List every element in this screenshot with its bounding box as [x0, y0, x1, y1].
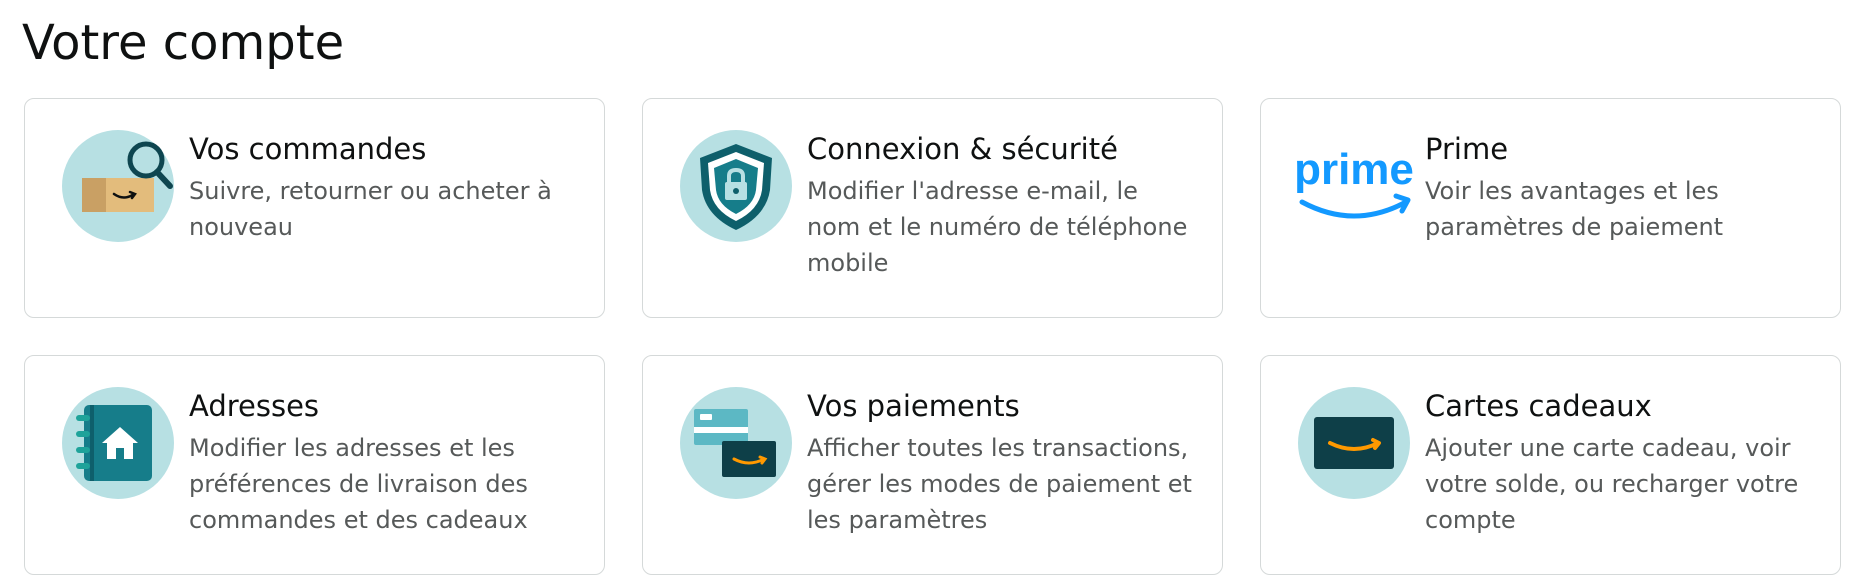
- card-orders[interactable]: Vos commandes Suivre, retourner ou achet…: [24, 98, 605, 318]
- card-gift-cards[interactable]: Cartes cadeaux Ajouter une carte cadeau,…: [1260, 355, 1841, 575]
- card-addresses[interactable]: Adresses Modifier les adresses et les pr…: [24, 355, 605, 575]
- gift-card-icon: [1298, 387, 1410, 499]
- card-text: Prime Voir les avantages et les paramètr…: [1425, 129, 1812, 245]
- card-description: Modifier l'adresse e-mail, le nom et le …: [807, 177, 1188, 277]
- card-description: Ajouter une carte cadeau, voir votre sol…: [1425, 434, 1799, 534]
- account-cards-grid: Vos commandes Suivre, retourner ou achet…: [24, 98, 1841, 575]
- card-text: Connexion & sécurité Modifier l'adresse …: [807, 129, 1194, 281]
- card-title[interactable]: Prime: [1425, 129, 1812, 169]
- card-title[interactable]: Vos paiements: [807, 386, 1194, 426]
- card-title[interactable]: Vos commandes: [189, 129, 576, 169]
- card-text: Vos commandes Suivre, retourner ou achet…: [189, 129, 576, 245]
- card-title[interactable]: Adresses: [189, 386, 576, 426]
- prime-logo-text: prime: [1294, 145, 1414, 194]
- card-text: Vos paiements Afficher toutes les transa…: [807, 386, 1194, 538]
- card-login-security[interactable]: Connexion & sécurité Modifier l'adresse …: [642, 98, 1223, 318]
- card-description: Suivre, retourner ou acheter à nouveau: [189, 177, 552, 241]
- card-description: Modifier les adresses et les préférences…: [189, 434, 528, 534]
- account-page: Votre compte Vos commandes Suivre, retou…: [0, 0, 1849, 585]
- shield-lock-icon: [680, 130, 792, 242]
- package-search-icon: [62, 130, 174, 242]
- card-title[interactable]: Connexion & sécurité: [807, 129, 1194, 169]
- card-payments[interactable]: Vos paiements Afficher toutes les transa…: [642, 355, 1223, 575]
- card-description: Afficher toutes les transactions, gérer …: [807, 434, 1192, 534]
- card-text: Adresses Modifier les adresses et les pr…: [189, 386, 576, 538]
- card-prime[interactable]: prime Prime Voir les avantages et les pa…: [1260, 98, 1841, 318]
- payment-cards-icon: [680, 387, 792, 499]
- page-title: Votre compte: [22, 15, 345, 71]
- card-text: Cartes cadeaux Ajouter une carte cadeau,…: [1425, 386, 1812, 538]
- prime-logo-icon: prime: [1294, 130, 1414, 242]
- card-title[interactable]: Cartes cadeaux: [1425, 386, 1812, 426]
- address-book-icon: [62, 387, 174, 499]
- card-description: Voir les avantages et les paramètres de …: [1425, 177, 1724, 241]
